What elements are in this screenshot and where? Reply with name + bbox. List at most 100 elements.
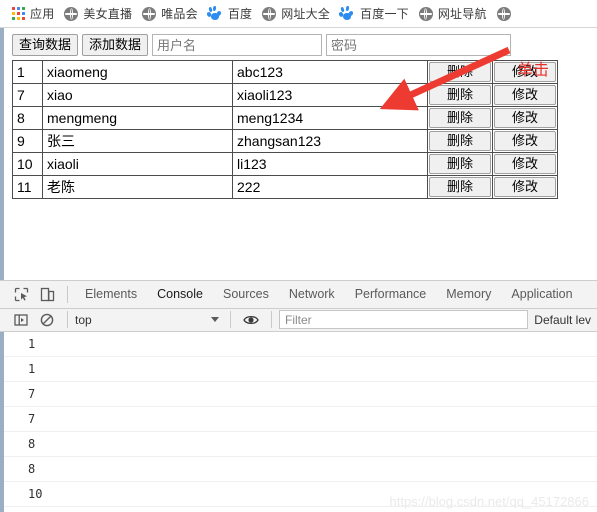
filterbar-divider-3 (271, 311, 272, 329)
execution-context-select[interactable]: top (75, 310, 223, 330)
console-line: 7 (4, 407, 597, 432)
bookmark-label: 唯品会 (161, 7, 198, 21)
bookmark-label: 美女直播 (83, 7, 133, 21)
delete-button[interactable]: 删除 (429, 108, 491, 128)
console-output-area[interactable]: 1177881010 ❯ https://blog.csdn.net/qq_45… (0, 331, 597, 512)
console-line: 1 (4, 357, 597, 382)
add-data-button[interactable]: 添加数据 (82, 34, 149, 56)
baidu-paw-icon (206, 5, 223, 21)
bookmark-label: 应用 (30, 7, 55, 21)
tab-network[interactable]: Network (279, 281, 345, 308)
globe-icon (418, 6, 433, 21)
delete-button[interactable]: 删除 (429, 154, 491, 174)
cell-password: meng1234 (232, 106, 428, 130)
edit-button[interactable]: 修改 (494, 62, 556, 82)
bookmark-item-7[interactable] (495, 3, 516, 25)
globe-icon (64, 6, 79, 21)
tab-memory[interactable]: Memory (436, 281, 501, 308)
cell-username: xiao (42, 83, 233, 107)
bookmark-item-4[interactable]: 网址大全 (260, 3, 335, 25)
cell-password: xiaoli123 (232, 83, 428, 107)
table-row: 7 xiao xiaoli123 删除 修改 (12, 83, 558, 107)
table-row: 11 老陈 222 删除 修改 (12, 175, 558, 199)
cell-username: 张三 (42, 129, 233, 153)
cell-username: 老陈 (42, 175, 233, 199)
live-expression-eye-icon (243, 315, 259, 324)
watermark-text: https://blog.csdn.net/qq_45172866 (389, 494, 590, 509)
baidu-paw-icon (338, 5, 355, 21)
device-toolbar-icon (40, 287, 54, 302)
cell-delete: 删除 (427, 106, 493, 130)
devtools-panel: Elements Console Sources Network Perform… (0, 280, 597, 512)
bookmark-label: 网址大全 (281, 7, 331, 21)
cell-edit: 修改 (492, 129, 558, 153)
edit-button[interactable]: 修改 (494, 85, 556, 105)
console-line: 8 (4, 432, 597, 457)
bookmark-item-1[interactable]: 美女直播 (62, 3, 137, 25)
globe-icon (142, 6, 157, 21)
cell-username: xiaomeng (42, 60, 233, 84)
log-level-select[interactable]: Default lev (534, 313, 597, 327)
cell-password: li123 (232, 152, 428, 176)
cell-username: mengmeng (42, 106, 233, 130)
delete-button[interactable]: 删除 (429, 177, 491, 197)
controls-row: 查询数据 添加数据 (4, 28, 597, 56)
tab-performance[interactable]: Performance (345, 281, 437, 308)
cell-delete: 删除 (427, 83, 493, 107)
live-expression-button[interactable] (238, 309, 264, 331)
console-sidebar-icon (14, 314, 28, 326)
cell-delete: 删除 (427, 60, 493, 84)
bookmark-label: 百度 (227, 7, 253, 21)
bookmark-item-apps[interactable]: 应用 (10, 3, 59, 25)
cell-id: 8 (12, 106, 43, 130)
clear-console-button[interactable] (34, 309, 60, 331)
delete-button[interactable]: 删除 (429, 131, 491, 151)
console-line: 8 (4, 457, 597, 482)
edit-button[interactable]: 修改 (494, 177, 556, 197)
tab-elements[interactable]: Elements (75, 281, 147, 308)
cell-edit: 修改 (492, 83, 558, 107)
filterbar-divider-1 (67, 311, 68, 329)
devtools-tabbar: Elements Console Sources Network Perform… (0, 281, 597, 309)
tab-console[interactable]: Console (147, 281, 213, 308)
bookmark-label: 百度一下 (360, 7, 409, 21)
tab-sources[interactable]: Sources (213, 281, 279, 308)
username-input[interactable] (152, 34, 323, 56)
cell-password: 222 (232, 175, 428, 199)
clear-console-icon (40, 313, 54, 327)
bookmark-item-2[interactable]: 唯品会 (140, 3, 203, 25)
console-sidebar-button[interactable] (8, 309, 34, 331)
edit-button[interactable]: 修改 (494, 108, 556, 128)
cell-delete: 删除 (427, 129, 493, 153)
edit-button[interactable]: 修改 (494, 131, 556, 151)
apps-grid-icon (12, 7, 25, 20)
cell-id: 7 (12, 83, 43, 107)
inspect-element-button[interactable] (8, 281, 34, 307)
bookmark-item-3[interactable]: 百度 (206, 3, 257, 25)
cell-id: 1 (12, 60, 43, 84)
filterbar-divider-2 (230, 311, 231, 329)
cell-id: 10 (12, 152, 43, 176)
bookmark-item-5[interactable]: 百度一下 (338, 3, 414, 25)
console-filter-input[interactable] (279, 310, 529, 330)
toolbar-divider (67, 285, 68, 303)
delete-button[interactable]: 删除 (429, 85, 491, 105)
password-input[interactable] (326, 34, 512, 56)
device-toolbar-button[interactable] (34, 281, 60, 307)
edit-button[interactable]: 修改 (494, 154, 556, 174)
user-data-table: 1 xiaomeng abc123 删除 修改 7 xiao xiaoli123 删除 修改 8 me… (12, 60, 558, 199)
console-line: 7 (4, 382, 597, 407)
table-row: 8 mengmeng meng1234 删除 修改 (12, 106, 558, 130)
delete-button[interactable]: 删除 (429, 62, 491, 82)
table-row: 10 xiaoli li123 删除 修改 (12, 152, 558, 176)
page-viewport: 查询数据 添加数据 1xiaomengabc123删除修改7xiaoxiaoli… (0, 28, 597, 280)
cell-delete: 删除 (427, 175, 493, 199)
table-row: 1 xiaomeng abc123 删除 修改 (12, 60, 558, 84)
bookmarks-bar: 应用 美女直播 唯品会 百度 网址大全 百度一下 网址导航 (0, 0, 597, 28)
cell-username: xiaoli (42, 152, 233, 176)
tab-application[interactable]: Application (501, 281, 582, 308)
globe-icon (262, 6, 277, 21)
console-filter-bar: top Default lev (0, 308, 597, 332)
query-data-button[interactable]: 查询数据 (12, 34, 79, 56)
bookmark-item-6[interactable]: 网址导航 (417, 3, 492, 25)
